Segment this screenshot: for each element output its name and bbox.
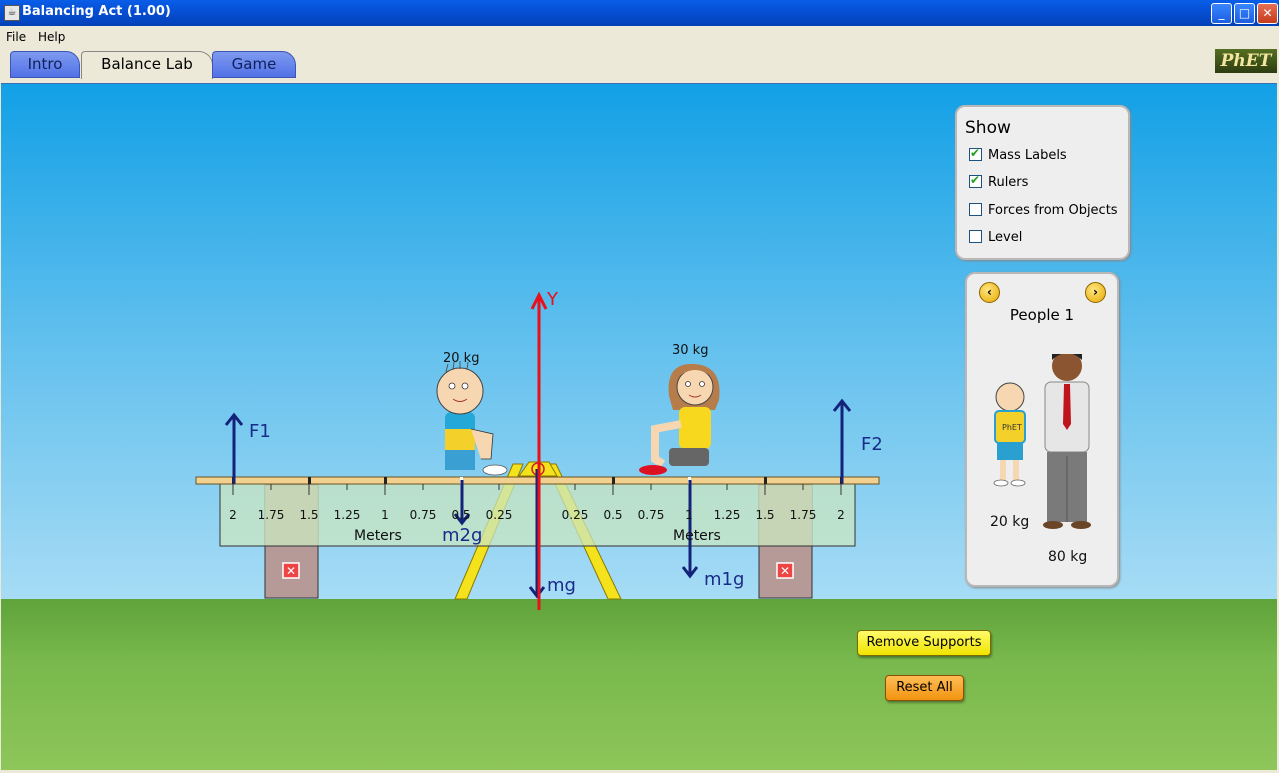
mass-label-boy: 20 kg	[443, 351, 480, 366]
ruler-tick-label: 0.25	[485, 508, 513, 522]
ruler-unit-right: Meters	[673, 528, 721, 544]
svg-text:PhET: PhET	[1002, 423, 1022, 432]
mass-label-girl: 30 kg	[672, 343, 709, 358]
phet-logo: PhET	[1215, 49, 1277, 73]
force-arrow-f1	[224, 412, 244, 484]
checkbox-label: Forces from Objects	[988, 203, 1118, 218]
ruler-tick-label: 0.75	[409, 508, 437, 522]
checkbox-label: Mass Labels	[988, 148, 1067, 163]
window-title: Balancing Act (1.00)	[22, 4, 171, 19]
checkbox-box[interactable]: ✔	[969, 146, 982, 161]
show-panel-title: Show	[965, 118, 1011, 138]
ruler-tick-label: 0.75	[637, 508, 665, 522]
ruler-tick-label: 0.25	[561, 508, 589, 522]
tab-game[interactable]: Game	[212, 51, 296, 78]
next-arrow-icon[interactable]: ›	[1085, 282, 1106, 303]
maximize-button[interactable]: □	[1234, 3, 1255, 24]
minimize-button[interactable]: _	[1211, 3, 1232, 24]
people-panel: ‹ › People 1 PhET 20 kg 80 kg	[965, 272, 1119, 587]
tab-intro[interactable]: Intro	[10, 51, 80, 78]
force-label-m1g: m1g	[704, 569, 745, 590]
java-app-icon: ☕	[4, 5, 20, 21]
ruler-tick-label: 1.5	[299, 508, 319, 522]
small-boy-figure[interactable]: PhET	[993, 382, 1026, 487]
previous-arrow-icon[interactable]: ‹	[979, 282, 1000, 303]
ruler-tick-label: 1	[685, 508, 693, 522]
y-axis-label: Y	[547, 289, 558, 310]
ruler-tick-label: 1.25	[713, 508, 741, 522]
ruler-tick-label: 2	[837, 508, 845, 522]
ruler-tick-label: 1.75	[257, 508, 285, 522]
menu-bar: File Help	[0, 26, 1279, 48]
remove-supports-button[interactable]: Remove Supports	[857, 630, 991, 656]
svg-text:✕: ✕	[780, 564, 790, 578]
ruler-tick-label: 0.5	[603, 508, 623, 522]
man-figure[interactable]	[1043, 354, 1091, 529]
force-label-f2: F2	[861, 434, 883, 455]
checkbox-rulers[interactable]: ✔ Rulers	[969, 173, 1029, 191]
menu-help[interactable]: Help	[38, 30, 65, 44]
checkbox-level[interactable]: Level	[969, 230, 1022, 246]
ruler-tick-label: 1.5	[755, 508, 775, 522]
simulation-canvas: ✕ ✕ 2 1.75 1.5 1.25 1 0.75 0.5 0.25 0.25…	[1, 83, 1277, 771]
svg-text:✕: ✕	[286, 564, 296, 578]
force-arrow-f2	[832, 398, 852, 484]
checkbox-box[interactable]: ✔	[969, 173, 982, 188]
checkbox-forces-from-objects[interactable]: Forces from Objects	[969, 203, 1118, 219]
person-mass-80: 80 kg	[1048, 549, 1088, 565]
person-mass-20: 20 kg	[990, 514, 1030, 530]
check-icon: ✔	[970, 146, 981, 160]
tab-balance-lab[interactable]: Balance Lab	[81, 51, 213, 79]
tab-strip: Intro Balance Lab Game PhET	[0, 48, 1279, 83]
y-axis	[530, 291, 548, 610]
ruler-unit-left: Meters	[354, 528, 402, 544]
checkbox-label: Level	[988, 230, 1023, 245]
show-panel: Show ✔ Mass Labels ✔ Rulers Forces from Ob…	[955, 105, 1130, 260]
force-label-m2g: m2g	[442, 525, 483, 546]
checkbox-label: Rulers	[988, 175, 1029, 190]
reset-all-button[interactable]: Reset All	[885, 675, 964, 701]
checkbox-box[interactable]	[969, 203, 982, 216]
ruler-tick-label: 1	[381, 508, 389, 522]
ruler-tick-label: 0.5	[451, 508, 471, 522]
checkbox-mass-labels[interactable]: ✔ Mass Labels	[969, 146, 1067, 164]
check-icon: ✔	[970, 173, 981, 187]
force-label-f1: F1	[249, 421, 271, 442]
ruler-tick-label: 1.75	[789, 508, 817, 522]
ruler-tick-label: 1.25	[333, 508, 361, 522]
ruler-tick-label: 2	[229, 508, 237, 522]
checkbox-box[interactable]	[969, 230, 982, 243]
boy-figure[interactable]	[436, 361, 508, 476]
menu-file[interactable]: File	[6, 30, 26, 44]
close-button[interactable]: ✕	[1257, 3, 1278, 24]
title-bar: ☕ Balancing Act (1.00) _ □ ✕	[0, 0, 1279, 26]
force-label-mg: mg	[547, 575, 576, 596]
people-panel-title: People 1	[1009, 306, 1075, 324]
girl-figure[interactable]	[639, 363, 720, 475]
